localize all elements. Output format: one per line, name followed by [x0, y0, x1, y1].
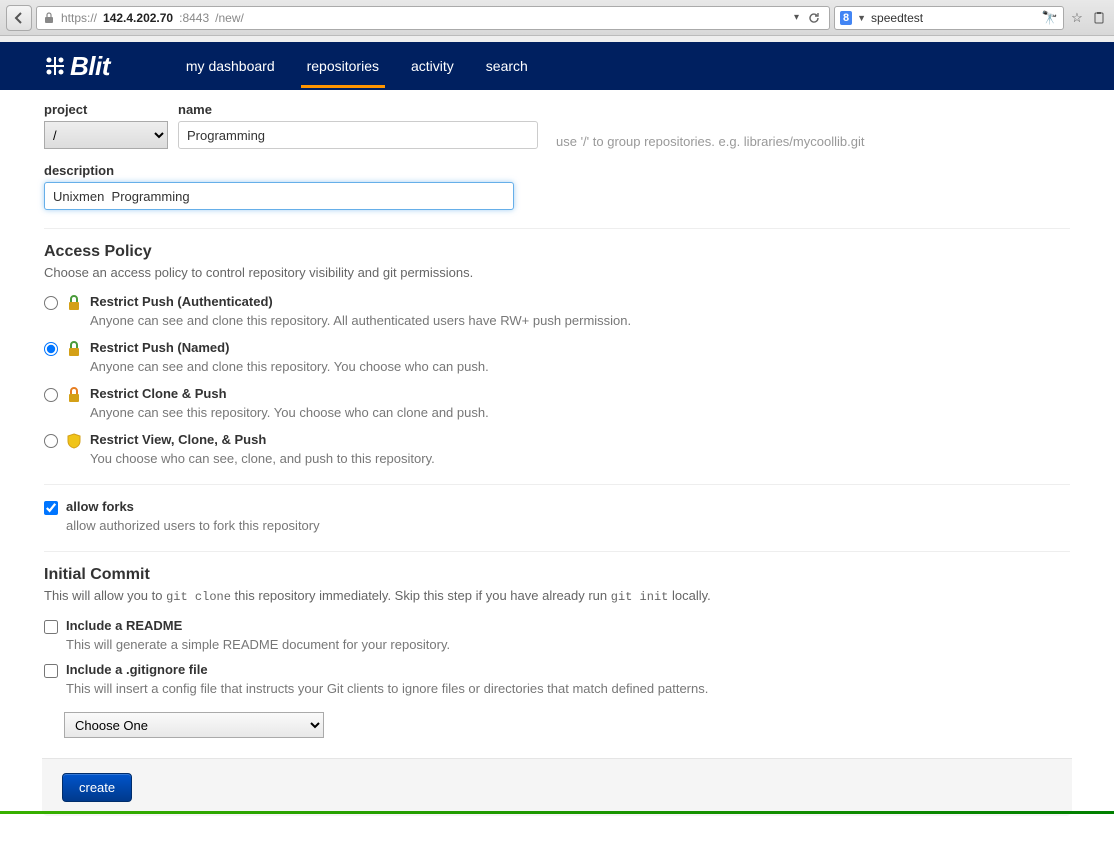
main-navbar: Blit my dashboard repositories activity … — [0, 42, 1114, 90]
nav-search[interactable]: search — [470, 44, 544, 88]
url-port: :8443 — [179, 11, 209, 25]
lock-green-icon — [66, 295, 82, 311]
policy-title-1: Restrict Push (Named) — [90, 340, 489, 355]
lock-orange-icon — [66, 387, 82, 403]
policy-desc-3: You choose who can see, clone, and push … — [90, 451, 435, 466]
gitignore-desc: This will insert a config file that inst… — [66, 681, 708, 696]
nav-my-dashboard[interactable]: my dashboard — [170, 44, 291, 88]
policy-desc-1: Anyone can see and clone this repository… — [90, 359, 489, 374]
clipboard-icon[interactable] — [1090, 9, 1108, 27]
reload-icon — [807, 11, 821, 25]
include-gitignore-option[interactable]: Include a .gitignore file This will inse… — [44, 662, 1070, 696]
allow-forks-checkbox[interactable] — [44, 501, 58, 515]
nav-repositories[interactable]: repositories — [291, 44, 395, 88]
include-readme-option[interactable]: Include a README This will generate a si… — [44, 618, 1070, 652]
policy-radio-0[interactable] — [44, 296, 58, 310]
gitignore-select[interactable]: Choose One — [64, 712, 324, 738]
page-content: project / name use '/' to group reposito… — [0, 90, 1114, 845]
policy-title-2: Restrict Clone & Push — [90, 386, 489, 401]
url-scheme: https:// — [61, 11, 97, 25]
lock-green-icon — [66, 341, 82, 357]
url-dropdown-icon[interactable]: ▾ — [794, 12, 799, 23]
url-bar[interactable]: https:// 142.4.202.70 :8443/new/ ▾ — [36, 6, 830, 30]
browser-search-box[interactable]: 8 ▼ speedtest 🔭 — [834, 6, 1064, 30]
shield-icon — [66, 433, 82, 449]
policy-title-0: Restrict Push (Authenticated) — [90, 294, 631, 309]
policy-restrict-clone-push[interactable]: Restrict Clone & Push Anyone can see thi… — [44, 386, 1070, 420]
form-footer: create — [42, 758, 1072, 816]
initial-commit-title: Initial Commit — [44, 566, 1070, 584]
search-query: speedtest — [871, 11, 923, 25]
allow-forks-title: allow forks — [66, 499, 320, 514]
include-gitignore-checkbox[interactable] — [44, 664, 58, 678]
policy-restrict-push-auth[interactable]: Restrict Push (Authenticated) Anyone can… — [44, 294, 1070, 328]
lock-icon — [43, 12, 55, 24]
policy-desc-0: Anyone can see and clone this repository… — [90, 313, 631, 328]
policy-title-3: Restrict View, Clone, & Push — [90, 432, 435, 447]
gitignore-title: Include a .gitignore file — [66, 662, 708, 677]
readme-title: Include a README — [66, 618, 450, 633]
name-hint: use '/' to group repositories. e.g. libr… — [556, 134, 864, 149]
policy-desc-2: Anyone can see this repository. You choo… — [90, 405, 489, 420]
project-select[interactable]: / — [44, 121, 168, 149]
readme-desc: This will generate a simple README docum… — [66, 637, 450, 652]
policy-radio-3[interactable] — [44, 434, 58, 448]
project-label: project — [44, 102, 168, 117]
logo[interactable]: Blit — [44, 51, 110, 82]
back-button[interactable] — [6, 5, 32, 31]
name-label: name — [178, 102, 538, 117]
logo-text: Blit — [70, 51, 110, 82]
policy-restrict-view-clone-push[interactable]: Restrict View, Clone, & Push You choose … — [44, 432, 1070, 466]
create-button[interactable]: create — [62, 773, 132, 802]
policy-radio-2[interactable] — [44, 388, 58, 402]
initial-commit-subtitle: This will allow you to git clone this re… — [44, 588, 1070, 604]
name-input[interactable] — [178, 121, 538, 149]
nav-activity[interactable]: activity — [395, 44, 470, 88]
description-input[interactable] — [44, 182, 514, 210]
browser-toolbar: https:// 142.4.202.70 :8443/new/ ▾ 8 ▼ spe… — [0, 0, 1114, 36]
bookmark-star-icon[interactable]: ☆ — [1068, 9, 1086, 27]
binoculars-icon[interactable]: 🔭 — [1042, 10, 1058, 26]
arrow-left-icon — [12, 11, 26, 25]
access-policy-title: Access Policy — [44, 243, 1070, 261]
reload-button[interactable] — [805, 9, 823, 27]
nav-items: my dashboard repositories activity searc… — [170, 44, 544, 88]
access-policy-subtitle: Choose an access policy to control repos… — [44, 265, 1070, 280]
description-label: description — [44, 163, 1070, 178]
allow-forks-desc: allow authorized users to fork this repo… — [66, 518, 320, 533]
search-dropdown-icon[interactable]: ▼ — [857, 13, 866, 23]
include-readme-checkbox[interactable] — [44, 620, 58, 634]
url-path: /new/ — [215, 11, 244, 25]
allow-forks-option[interactable]: allow forks allow authorized users to fo… — [44, 499, 1070, 533]
policy-radio-1[interactable] — [44, 342, 58, 356]
search-engine-badge: 8 — [840, 11, 852, 25]
policy-restrict-push-named[interactable]: Restrict Push (Named) Anyone can see and… — [44, 340, 1070, 374]
url-host: 142.4.202.70 — [103, 11, 173, 25]
logo-icon — [44, 55, 66, 77]
